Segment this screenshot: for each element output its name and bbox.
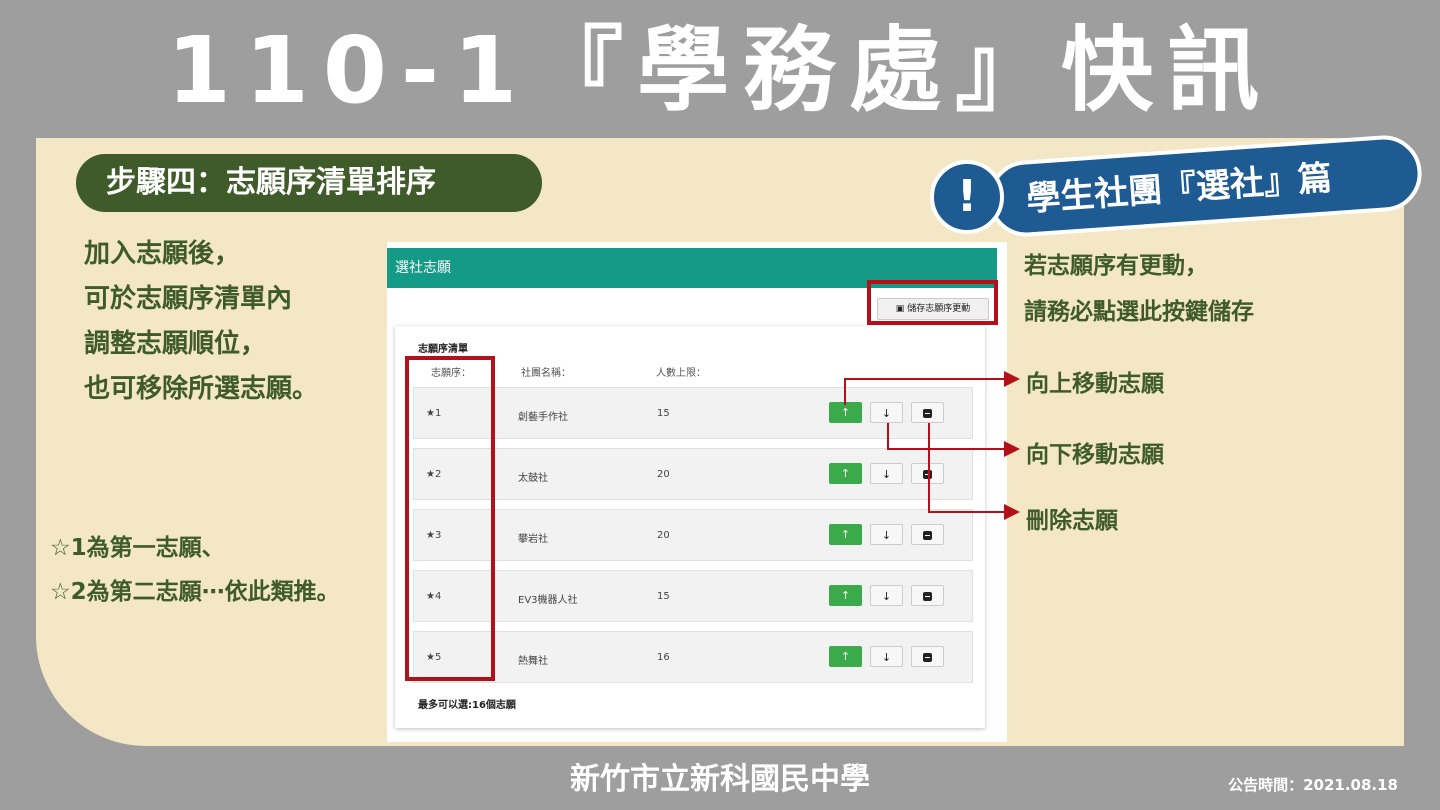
club-name: 創藝手作社 xyxy=(518,412,568,423)
minus-icon xyxy=(923,408,932,418)
instruction-line: 可於志願序清單內 xyxy=(84,284,293,314)
minus-icon xyxy=(923,469,932,479)
move-down-button[interactable]: ↓ xyxy=(870,463,903,484)
minus-icon xyxy=(923,530,932,540)
table-row: ★3 攀岩社 20 ↑ ↓ xyxy=(413,509,973,561)
club-name: 攀岩社 xyxy=(518,534,548,545)
capacity: 20 xyxy=(657,530,670,541)
move-up-button[interactable]: ↑ xyxy=(829,646,862,667)
column-header-capacity: 人數上限： xyxy=(656,368,706,379)
move-down-button[interactable]: ↓ xyxy=(870,646,903,667)
list-title: 志願序清單 xyxy=(418,344,468,355)
move-down-button[interactable]: ↓ xyxy=(870,585,903,606)
callout-move-down: 向下移動志願 xyxy=(1026,442,1164,468)
rank-column-highlight xyxy=(405,356,495,681)
move-up-button[interactable]: ↑ xyxy=(829,585,862,606)
callout-delete: 刪除志願 xyxy=(1026,508,1118,534)
table-row: ★2 太鼓社 20 ↑ ↓ xyxy=(413,448,973,500)
save-hint-line: 請務必點選此按鍵儲存 xyxy=(1024,299,1254,325)
save-button-highlight xyxy=(867,280,998,325)
move-up-button[interactable]: ↑ xyxy=(829,402,862,423)
instruction-line: 也可移除所選志願。 xyxy=(84,374,319,404)
club-name: 太鼓社 xyxy=(518,473,548,484)
minus-icon xyxy=(923,652,932,662)
instruction-line: 調整志願順位， xyxy=(84,329,267,359)
capacity: 16 xyxy=(657,652,670,663)
delete-button[interactable] xyxy=(911,585,944,606)
delete-button[interactable] xyxy=(911,524,944,545)
capacity: 15 xyxy=(657,591,670,602)
save-hint-line: 若志願序有更動， xyxy=(1024,253,1208,279)
main-title: 110-1『學務處』快訊 xyxy=(166,17,1274,124)
table-row: ★5 熱舞社 16 ↑ ↓ xyxy=(413,631,973,683)
club-name: EV3機器人社 xyxy=(518,595,578,606)
left-instructions: 加入志願後， 可於志願序清單內 調整志願順位， 也可移除所選志願。 xyxy=(84,232,318,412)
note-line: ☆1為第一志願、 xyxy=(50,535,225,561)
move-up-button[interactable]: ↑ xyxy=(829,524,862,545)
capacity: 20 xyxy=(657,469,670,480)
instruction-line: 加入志願後， xyxy=(84,239,241,269)
column-header-club: 社團名稱： xyxy=(521,368,571,379)
callout-move-up: 向上移動志願 xyxy=(1026,371,1164,397)
table-row: ★1 創藝手作社 15 ↑ ↓ xyxy=(413,387,973,439)
step-label: 步驟四：志願序清單排序 xyxy=(76,154,542,212)
delete-button[interactable] xyxy=(911,402,944,423)
delete-button[interactable] xyxy=(911,463,944,484)
capacity: 15 xyxy=(657,408,670,419)
announcement-date: 公告時間：2021.08.18 xyxy=(1228,776,1398,794)
move-down-button[interactable]: ↓ xyxy=(870,402,903,423)
move-up-button[interactable]: ↑ xyxy=(829,463,862,484)
move-down-button[interactable]: ↓ xyxy=(870,524,903,545)
delete-button[interactable] xyxy=(911,646,944,667)
note-line: ☆2為第二志願⋯依此類推。 xyxy=(50,579,340,605)
max-selection-note: 最多可以選:16個志願 xyxy=(418,700,516,711)
exclamation-icon: ! xyxy=(930,160,1004,234)
minus-icon xyxy=(923,591,932,601)
table-row: ★4 EV3機器人社 15 ↑ ↓ xyxy=(413,570,973,622)
school-name: 新竹市立新科國民中學 xyxy=(570,762,870,797)
club-name: 熱舞社 xyxy=(518,656,548,667)
